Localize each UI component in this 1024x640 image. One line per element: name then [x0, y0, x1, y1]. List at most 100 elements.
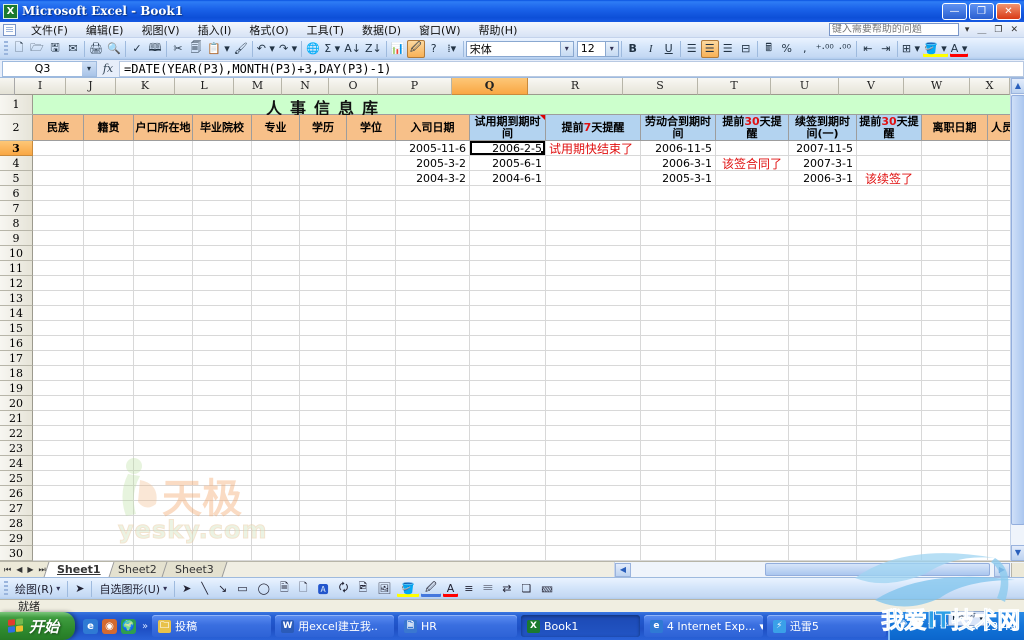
- cell-W24[interactable]: [922, 456, 988, 471]
- cell-X17[interactable]: [988, 351, 1010, 366]
- spelling-icon[interactable]: ✓: [128, 40, 146, 58]
- cell-M16[interactable]: [252, 336, 300, 351]
- cell-R20[interactable]: [546, 396, 641, 411]
- header-cell-R[interactable]: 提前7天提醒: [546, 115, 641, 141]
- cell-I30[interactable]: [33, 546, 84, 561]
- cell-V19[interactable]: [857, 381, 922, 396]
- cell-V15[interactable]: [857, 321, 922, 336]
- cell-N28[interactable]: [300, 516, 347, 531]
- horizontal-scrollbar[interactable]: ◀ ▶: [614, 562, 1024, 577]
- cell-N4[interactable]: [300, 156, 347, 171]
- cell-N12[interactable]: [300, 276, 347, 291]
- cell-U27[interactable]: [789, 501, 857, 516]
- cell-K27[interactable]: [134, 501, 193, 516]
- cell-T3[interactable]: [716, 141, 789, 156]
- merged-title-cell[interactable]: 人事信息库: [33, 95, 1010, 115]
- cell-O16[interactable]: [347, 336, 396, 351]
- cell-W18[interactable]: [922, 366, 988, 381]
- autoshapes-menu-button[interactable]: 自选图形(U)▾: [94, 580, 172, 598]
- cell-O24[interactable]: [347, 456, 396, 471]
- undo-icon[interactable]: ↶ ▾: [255, 40, 277, 58]
- cell-W13[interactable]: [922, 291, 988, 306]
- cell-L15[interactable]: [193, 321, 252, 336]
- cell-W19[interactable]: [922, 381, 988, 396]
- column-header-V[interactable]: V: [839, 78, 904, 95]
- cell-V29[interactable]: [857, 531, 922, 546]
- cell-S16[interactable]: [641, 336, 716, 351]
- row-header-17[interactable]: 17: [0, 351, 33, 366]
- cell-I3[interactable]: [33, 141, 84, 156]
- cell-M7[interactable]: [252, 201, 300, 216]
- cell-S7[interactable]: [641, 201, 716, 216]
- cell-R16[interactable]: [546, 336, 641, 351]
- cell-T16[interactable]: [716, 336, 789, 351]
- align-center-button[interactable]: ☰: [701, 40, 719, 58]
- select-all-corner[interactable]: [0, 78, 15, 95]
- cell-J21[interactable]: [84, 411, 134, 426]
- menu-item-0[interactable]: 文件(F): [22, 21, 77, 39]
- cell-M28[interactable]: [252, 516, 300, 531]
- font-size-combo[interactable]: 12▾: [577, 41, 619, 57]
- doc-minimize-button[interactable]: ＿: [975, 23, 988, 36]
- cell-I12[interactable]: [33, 276, 84, 291]
- bold-button[interactable]: B: [624, 40, 642, 58]
- cell-O5[interactable]: [347, 171, 396, 186]
- cell-W25[interactable]: [922, 471, 988, 486]
- cell-J25[interactable]: [84, 471, 134, 486]
- cell-R4[interactable]: [546, 156, 641, 171]
- cell-R12[interactable]: [546, 276, 641, 291]
- cell-L10[interactable]: [193, 246, 252, 261]
- cell-R26[interactable]: [546, 486, 641, 501]
- cell-W9[interactable]: [922, 231, 988, 246]
- increase-indent-button[interactable]: ⇥: [877, 40, 895, 58]
- row-header-28[interactable]: 28: [0, 516, 33, 531]
- row-header-18[interactable]: 18: [0, 366, 33, 381]
- cell-K12[interactable]: [134, 276, 193, 291]
- cell-X4[interactable]: [988, 156, 1010, 171]
- cell-M17[interactable]: [252, 351, 300, 366]
- cell-V21[interactable]: [857, 411, 922, 426]
- cell-V6[interactable]: [857, 186, 922, 201]
- taskbar-button-3[interactable]: 🗎HR: [398, 615, 517, 637]
- cell-O25[interactable]: [347, 471, 396, 486]
- cell-K28[interactable]: [134, 516, 193, 531]
- cell-N17[interactable]: [300, 351, 347, 366]
- cell-R6[interactable]: [546, 186, 641, 201]
- cell-X19[interactable]: [988, 381, 1010, 396]
- column-header-T[interactable]: T: [698, 78, 771, 95]
- toolbar-grip[interactable]: [4, 41, 8, 57]
- toolbar-grip[interactable]: [4, 581, 8, 597]
- cell-S26[interactable]: [641, 486, 716, 501]
- cell-Q6[interactable]: [470, 186, 546, 201]
- cell-J11[interactable]: [84, 261, 134, 276]
- row-header-1[interactable]: 1: [0, 95, 33, 115]
- cell-K21[interactable]: [134, 411, 193, 426]
- cell-U16[interactable]: [789, 336, 857, 351]
- cell-T23[interactable]: [716, 441, 789, 456]
- rectangle-icon[interactable]: ▭: [232, 580, 252, 598]
- toolbar-options-icon[interactable]: ⁞▾: [443, 40, 461, 58]
- cell-Q23[interactable]: [470, 441, 546, 456]
- cell-S3[interactable]: 2006-11-5: [641, 141, 716, 156]
- cell-V27[interactable]: [857, 501, 922, 516]
- cell-V26[interactable]: [857, 486, 922, 501]
- help-input[interactable]: [829, 23, 959, 36]
- spreadsheet-grid[interactable]: IJKLMNOPQRSTUVWX1人事信息库2民族籍贯户口所在地毕业院校专业学历…: [0, 78, 1010, 561]
- media-quicklaunch-icon[interactable]: ◉: [102, 619, 117, 634]
- cell-K10[interactable]: [134, 246, 193, 261]
- menu-item-1[interactable]: 编辑(E): [77, 21, 133, 39]
- cell-M27[interactable]: [252, 501, 300, 516]
- chart-wizard-icon[interactable]: 📊: [389, 40, 407, 58]
- cell-P5[interactable]: 2004-3-2: [396, 171, 470, 186]
- name-box[interactable]: Q3 ▾: [2, 61, 97, 77]
- cell-R14[interactable]: [546, 306, 641, 321]
- cell-P16[interactable]: [396, 336, 470, 351]
- dash-style-icon[interactable]: 𝄘: [478, 580, 497, 598]
- cell-T28[interactable]: [716, 516, 789, 531]
- cell-M10[interactable]: [252, 246, 300, 261]
- cell-P27[interactable]: [396, 501, 470, 516]
- borders-button[interactable]: ⊞ ▾: [900, 40, 922, 58]
- cell-X13[interactable]: [988, 291, 1010, 306]
- line-color-icon[interactable]: 🖉: [420, 580, 442, 598]
- cell-X18[interactable]: [988, 366, 1010, 381]
